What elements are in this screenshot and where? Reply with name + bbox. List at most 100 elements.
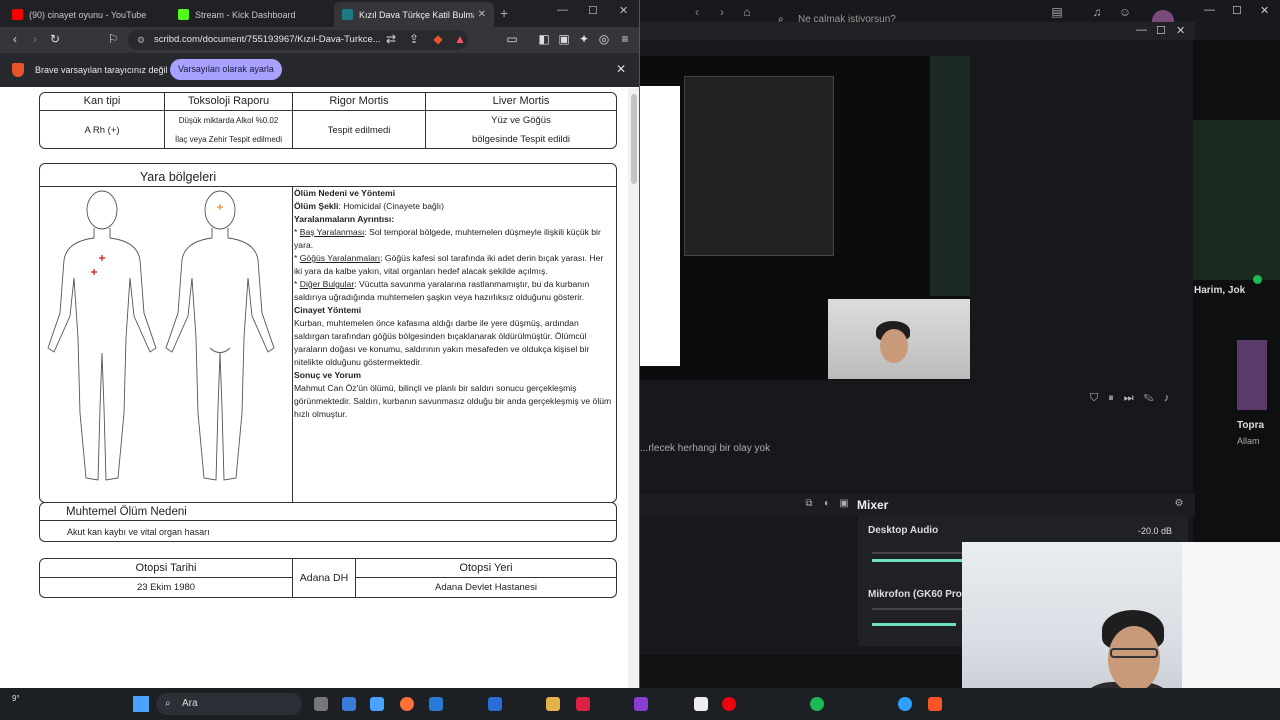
head-injury: * Baş Yaralanması: Sol temporal bölgede,… [294,227,601,250]
brave-shields-icon[interactable]: ◆ [431,32,445,46]
back-icon[interactable]: ‹ [690,5,704,19]
webcam-source [828,299,970,379]
set-default-button[interactable]: Varsayılan olarak ayarla [170,59,282,80]
wound-title: Yara bölgeleri [139,170,217,184]
minimize-icon[interactable]: — [1204,4,1215,16]
taskbar-search[interactable]: ⌕ Ara [156,693,302,715]
filter-icon[interactable]: ⛉ [1090,392,1108,404]
volume-icon[interactable]: ♪ [1164,392,1180,404]
close-window-icon[interactable]: ✕ [1260,4,1269,17]
method-text: Kurban, muhtemelen önce kafasına aldığı … [294,318,590,367]
tab-kick[interactable]: Stream - Kick Dashboard [170,2,332,27]
friend-name-2[interactable]: Topra [1237,420,1264,431]
forward-icon[interactable]: › [28,32,42,46]
app-icon[interactable] [429,697,443,711]
close-infobar-icon[interactable]: ✕ [616,62,626,76]
rigor-value: Tespit edilmedi [327,125,391,136]
transport-controls: ⛉⏸⏭✎♪ [1090,392,1179,405]
opera-icon[interactable] [722,697,736,711]
settings-gear-icon[interactable]: ⚙ [1172,498,1186,509]
method-heading: Cinayet Yöntemi [294,305,362,315]
brave-rewards-icon[interactable]: ▲ [453,32,467,46]
notion-icon[interactable] [694,697,708,711]
skip-icon[interactable]: ⏭ [1124,392,1144,404]
weather-widget[interactable]: 9° [12,694,20,703]
tab-youtube[interactable]: (90) cinayet oyunu - YouTube [4,2,166,27]
friend-name-1[interactable]: Harim, Jok [1194,285,1245,296]
autopsy-place-label: Otopsi Yeri [459,562,513,574]
firefox-icon[interactable] [400,697,414,711]
sidebar-icon[interactable]: ▭ [505,32,519,46]
scrollbar-thumb[interactable] [631,94,637,184]
wallet-icon[interactable]: ▣ [557,32,571,46]
injuries-heading: Yaralanmaların Ayrıntısı: [294,214,395,224]
minimize-icon[interactable]: — [1136,24,1147,36]
person-face [1108,626,1160,692]
taskbar-search-label: Ara [182,698,198,709]
url-text: scribd.com/document/755193967/Kızıl-Dava… [154,34,381,45]
bell-icon[interactable]: ♫ [1090,5,1104,19]
explorer-icon[interactable] [370,697,384,711]
audio-icon[interactable]: ◐ [820,498,834,509]
start-icon[interactable] [133,696,149,712]
home-icon[interactable]: ⌂ [740,5,754,19]
cause-shape-label: Ölüm Şekli [294,201,339,211]
site-info-icon[interactable]: ⚙ [137,30,145,50]
friends-icon[interactable]: ☺ [1118,5,1132,19]
tab-scribd[interactable]: Kızıl Dava Türkçe Katil Bulma Oy ✕ [334,2,494,27]
stream-preview[interactable] [640,56,970,380]
folder-icon[interactable]: ▣ [837,498,851,509]
studio-titlebar: — ☐ ✕ [640,22,1195,40]
spotify-icon[interactable] [810,697,824,711]
other-findings: * Diğer Bulgular: Vücutta savunma yarala… [294,279,590,302]
tab-label: Stream - Kick Dashboard [195,9,296,20]
close-window-icon[interactable]: ✕ [1176,24,1185,37]
news-icon[interactable]: ▤ [1050,5,1064,19]
vpn-icon[interactable]: ◎ [597,32,611,46]
new-tab-button[interactable]: + [500,5,508,21]
app-icon[interactable] [576,697,590,711]
cause-of-death-text: Ölüm Nedeni ve Yöntemi Ölüm Şekli: Homic… [294,187,612,421]
autopsy-mid: Adana DH [299,572,349,584]
task-view-icon[interactable] [314,697,328,711]
mixer-header: ⧉ ◐ ▣ ⚙ [640,494,1195,516]
youtube-icon [12,9,23,20]
bookmark-icon[interactable]: ⚐ [106,32,120,46]
zoom-icon[interactable] [898,697,912,711]
maximize-icon[interactable]: ☐ [1156,24,1166,37]
header-toxicology: Toksoloji Raporu [187,95,270,107]
head-injury-label: Baş Yaralanması [299,227,365,237]
body-diagram [47,190,275,481]
minimize-icon[interactable]: — [557,4,568,16]
app-icon[interactable] [634,697,648,711]
split-view-icon[interactable]: ◧ [537,32,551,46]
close-window-icon[interactable]: ✕ [619,4,628,17]
nested-sidebar [930,56,970,296]
maximize-icon[interactable]: ☐ [1232,4,1242,17]
extensions-icon[interactable]: ✦ [577,32,591,46]
likely-cause-value: Akut kan kaybı ve vital organ hasarı [67,527,210,537]
translate-icon[interactable]: ⇄ [384,32,398,46]
brave-icon[interactable] [928,697,942,711]
popout-icon[interactable]: ⧉ [802,498,816,509]
back-icon[interactable]: ‹ [8,32,22,46]
album-art[interactable] [1237,340,1267,410]
result-heading: Sonuç ve Yorum [294,370,362,380]
mixer-title: Mixer [857,498,889,512]
reload-icon[interactable]: ↻ [48,32,62,46]
result-text: Mahmut Can Öz'ün ölümü, bilinçli ve plan… [294,383,612,419]
mute-alerts-icon[interactable]: ✎ [1144,392,1164,404]
scribd-icon [342,9,353,20]
forward-icon[interactable]: › [715,5,729,19]
folder-icon[interactable] [546,697,560,711]
pause-icon[interactable]: ⏸ [1108,392,1124,404]
app-icon[interactable] [342,697,356,711]
document-scrollbar[interactable] [628,88,639,688]
app-icon[interactable] [488,697,502,711]
close-tab-icon[interactable]: ✕ [474,9,486,20]
windows-taskbar: 9° ⌕ Ara [0,688,1280,720]
cause-heading: Ölüm Nedeni ve Yöntemi [294,188,396,198]
maximize-icon[interactable]: ☐ [588,4,598,17]
menu-icon[interactable]: ≡ [618,32,632,46]
share-icon[interactable]: ⇪ [407,32,421,46]
